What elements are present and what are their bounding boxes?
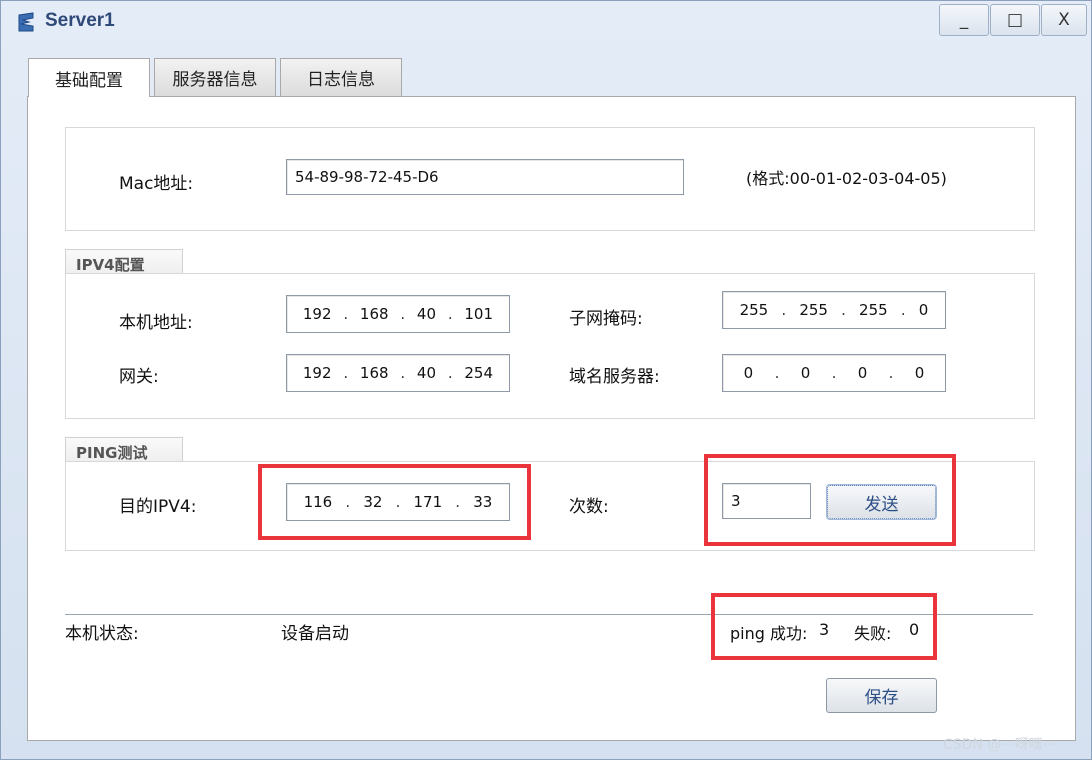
gateway-input[interactable]: 192. 168. 40. 254 bbox=[286, 354, 510, 392]
tab-basic-config[interactable]: 基础配置 bbox=[28, 58, 150, 97]
highlight-box-status bbox=[711, 593, 937, 660]
server-app-icon bbox=[15, 10, 39, 34]
local-address-input[interactable]: 192. 168. 40. 101 bbox=[286, 295, 510, 333]
watermark-text: CSDN @···呀嘿··· bbox=[943, 737, 1057, 753]
maximize-icon: □ bbox=[1006, 10, 1024, 30]
ip-octet: 0 bbox=[743, 364, 754, 382]
ip-octet: 0 bbox=[918, 301, 929, 319]
ip-octet: 255 bbox=[739, 301, 769, 319]
ip-octet: 254 bbox=[464, 364, 494, 382]
ip-octet: 255 bbox=[859, 301, 888, 319]
highlight-box-dest bbox=[258, 464, 531, 540]
count-label: 次数: bbox=[569, 497, 609, 517]
mac-label: Mac地址: bbox=[119, 174, 194, 194]
maximize-button[interactable]: □ bbox=[990, 4, 1040, 36]
local-address-label: 本机地址: bbox=[119, 313, 193, 333]
mac-format-hint: (格式:00-01-02-03-04-05) bbox=[746, 169, 947, 188]
ip-octet: 168 bbox=[359, 305, 389, 323]
ip-octet: 255 bbox=[799, 301, 828, 319]
minimize-icon: _ bbox=[959, 10, 969, 30]
tab-log-info[interactable]: 日志信息 bbox=[280, 58, 402, 96]
ip-dot: . bbox=[774, 364, 780, 382]
server-config-window: Server1 _ □ X 基础配置 服务器信息 日志信息 Mac地址: 54-… bbox=[0, 0, 1092, 760]
minimize-button[interactable]: _ bbox=[939, 4, 989, 36]
ip-dot: . bbox=[447, 305, 453, 323]
ip-octet: 0 bbox=[857, 364, 868, 382]
ip-octet: 192 bbox=[302, 305, 332, 323]
window-title: Server1 bbox=[45, 10, 115, 31]
status-label: 本机状态: bbox=[65, 624, 139, 644]
ip-octet: 40 bbox=[416, 364, 437, 382]
tab-label: 服务器信息 bbox=[172, 70, 258, 90]
mac-value: 54-89-98-72-45-D6 bbox=[295, 168, 439, 186]
subnet-mask-input[interactable]: 255. 255. 255. 0 bbox=[722, 291, 946, 329]
save-label: 保存 bbox=[864, 688, 899, 708]
ip-dot: . bbox=[400, 305, 406, 323]
tab-label: 基础配置 bbox=[55, 70, 123, 91]
ip-dot: . bbox=[781, 301, 787, 319]
ip-dot: . bbox=[900, 301, 906, 319]
ip-octet: 0 bbox=[800, 364, 811, 382]
ip-dot: . bbox=[841, 301, 846, 319]
ip-dot: . bbox=[343, 364, 349, 382]
close-button[interactable]: X bbox=[1041, 4, 1087, 36]
ip-dot: . bbox=[831, 364, 837, 382]
tab-label: 日志信息 bbox=[307, 70, 375, 90]
subnet-mask-label: 子网掩码: bbox=[569, 309, 643, 329]
tab-server-info[interactable]: 服务器信息 bbox=[154, 58, 276, 96]
ip-octet: 40 bbox=[416, 305, 437, 323]
ip-dot: . bbox=[400, 364, 406, 382]
highlight-box-count bbox=[704, 454, 956, 546]
ip-dot: . bbox=[447, 364, 453, 382]
status-value: 设备启动 bbox=[281, 624, 349, 644]
dns-input[interactable]: 0. 0. 0. 0 bbox=[722, 354, 946, 392]
ip-octet: 168 bbox=[359, 364, 389, 382]
ip-dot: . bbox=[888, 364, 894, 382]
ip-octet: 101 bbox=[464, 305, 494, 323]
mac-input[interactable]: 54-89-98-72-45-D6 bbox=[286, 159, 684, 195]
ip-dot: . bbox=[343, 305, 349, 323]
ip-octet: 0 bbox=[914, 364, 925, 382]
ip-octet: 192 bbox=[302, 364, 332, 382]
close-icon: X bbox=[1058, 10, 1070, 30]
save-button[interactable]: 保存 bbox=[826, 678, 937, 713]
dns-label: 域名服务器: bbox=[569, 367, 660, 387]
dest-ipv4-label: 目的IPV4: bbox=[119, 497, 197, 517]
gateway-label: 网关: bbox=[119, 367, 159, 387]
